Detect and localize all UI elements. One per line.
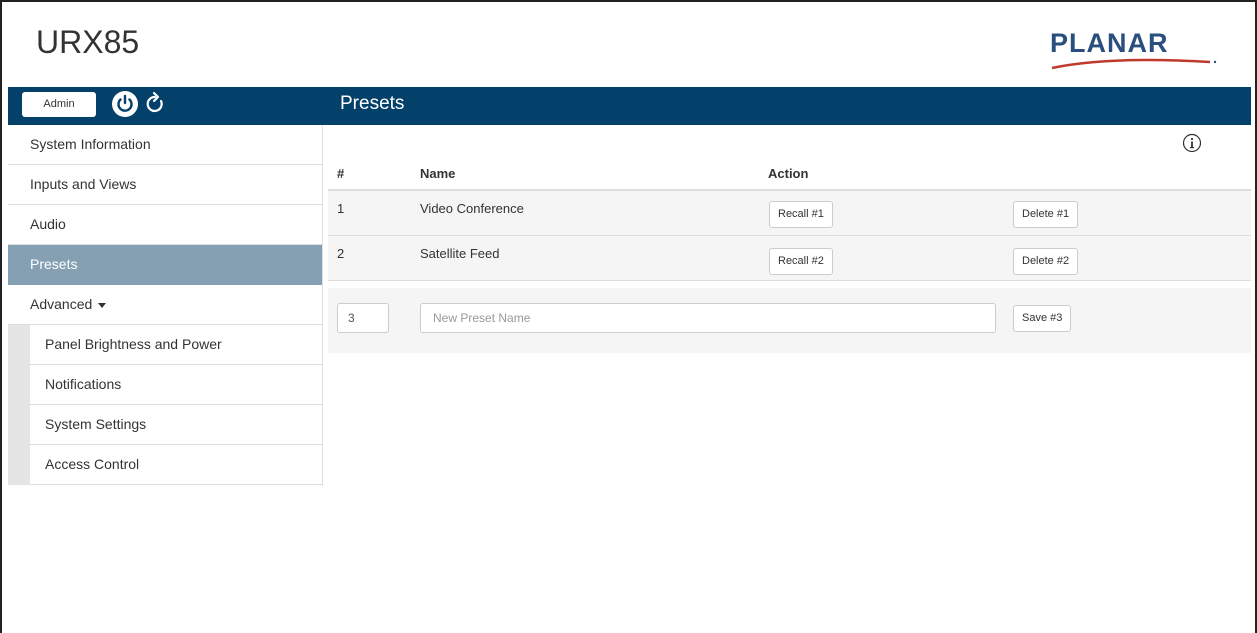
sidebar-item-advanced-label: Advanced — [30, 296, 93, 312]
delete-button[interactable]: Delete #1 — [1013, 201, 1079, 228]
logo-text: PLANAR — [1050, 28, 1169, 58]
column-header-action: Action — [768, 166, 809, 181]
admin-button[interactable]: Admin — [22, 92, 96, 117]
recall-button[interactable]: Recall #2 — [769, 248, 833, 275]
table-row: 1 Video Conference Recall #1 Delete #1 — [328, 191, 1251, 236]
sidebar-item-presets[interactable]: Presets — [8, 245, 322, 285]
preset-name: Video Conference — [420, 201, 524, 216]
new-preset-row: Save #3 — [328, 288, 1251, 353]
sidebar-item-system-settings[interactable]: System Settings — [30, 405, 322, 445]
app-header: URX85 PLANAR — [2, 2, 1255, 88]
advanced-submenu: Panel Brightness and Power Notifications… — [8, 325, 322, 485]
preset-name-input[interactable] — [420, 303, 996, 333]
column-header-number: # — [337, 166, 345, 181]
preset-name: Satellite Feed — [420, 246, 500, 261]
preset-number: 2 — [337, 246, 345, 261]
page-title: Presets — [340, 93, 405, 114]
power-icon[interactable] — [110, 89, 140, 119]
recall-button[interactable]: Recall #1 — [769, 201, 833, 228]
top-bar: Admin Presets — [8, 87, 1251, 125]
planar-logo: PLANAR — [1050, 26, 1220, 72]
preset-number-field[interactable] — [337, 303, 389, 333]
caret-down-icon — [98, 302, 107, 308]
save-button[interactable]: Save #3 — [1013, 305, 1072, 332]
app-title: URX85 — [36, 24, 140, 60]
sidebar-item-inputs-and-views[interactable]: Inputs and Views — [8, 165, 322, 205]
sidebar-item-advanced[interactable]: Advanced — [8, 285, 322, 325]
sidebar: System Information Inputs and Views Audi… — [8, 125, 322, 485]
sidebar-item-audio[interactable]: Audio — [8, 205, 322, 245]
logo-swoosh-icon — [1051, 58, 1217, 70]
preset-number: 1 — [337, 201, 345, 216]
info-icon[interactable] — [1182, 133, 1202, 153]
sidebar-divider — [322, 125, 323, 486]
sidebar-item-access-control[interactable]: Access Control — [30, 445, 322, 485]
refresh-icon[interactable] — [144, 91, 168, 117]
sidebar-item-notifications[interactable]: Notifications — [30, 365, 322, 405]
table-row: 2 Satellite Feed Recall #2 Delete #2 — [328, 236, 1251, 281]
sidebar-item-panel-brightness-and-power[interactable]: Panel Brightness and Power — [30, 325, 322, 365]
delete-button[interactable]: Delete #2 — [1013, 248, 1079, 275]
sidebar-item-system-information[interactable]: System Information — [8, 125, 322, 165]
table-header: # Name Action — [328, 155, 1251, 191]
column-header-name: Name — [420, 166, 456, 181]
info-strip — [328, 125, 1251, 155]
